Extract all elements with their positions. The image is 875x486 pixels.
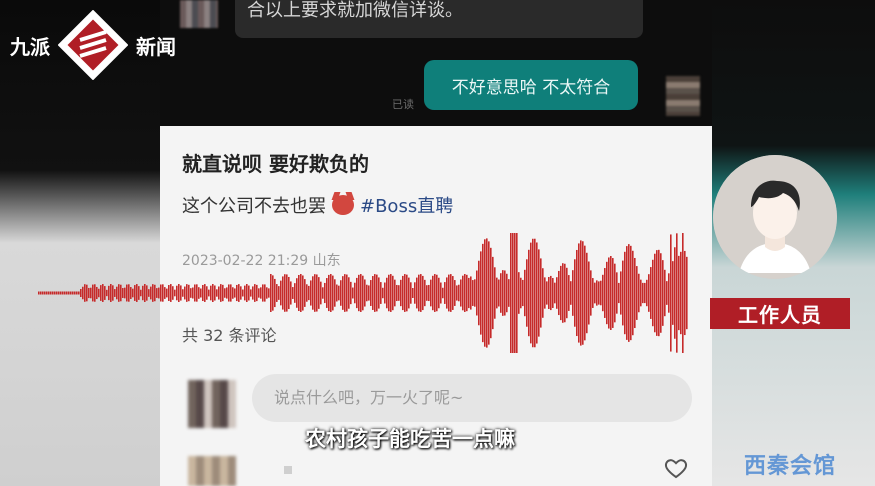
logo-text-right: 新闻 — [136, 34, 176, 59]
commenter-avatar-pixelated — [188, 456, 236, 486]
heart-icon[interactable] — [664, 456, 688, 480]
logo-text-left: 九派 — [10, 34, 50, 59]
person-avatar-icon — [713, 155, 837, 279]
audio-waveform — [38, 233, 688, 353]
video-subtitle: 农村孩子能吃苦一点嘛 — [305, 427, 515, 451]
news-logo: 九派 新闻 — [10, 10, 176, 80]
outgoing-message-bubble: 不好意思哈 不太符合 — [424, 60, 638, 110]
post-body: 这个公司不去也罢 #Boss直聘 — [182, 192, 453, 218]
watermark: 西秦会馆 — [744, 454, 837, 479]
read-status: 已读 — [392, 98, 414, 111]
hashtag-link[interactable]: #Boss直聘 — [360, 192, 453, 218]
outgoing-avatar-pixelated — [666, 76, 700, 116]
small-marker — [284, 466, 292, 474]
chat-view: 合以上要求就加微信详谈。 已读 不好意思哈 不太符合 — [160, 0, 712, 126]
outgoing-message-text: 不好意思哈 不太符合 — [451, 77, 611, 98]
logo-mark-icon — [58, 10, 128, 80]
incoming-message-bubble: 合以上要求就加微信详谈。 — [235, 0, 643, 38]
emoji-devil-icon — [332, 195, 354, 215]
commenter-avatar-pixelated — [188, 380, 236, 428]
incoming-avatar-pixelated — [180, 0, 218, 28]
staff-label: 工作人员 — [710, 298, 850, 329]
video-frame: 合以上要求就加微信详谈。 已读 不好意思哈 不太符合 就直说呗 要好欺负的 这个… — [0, 0, 875, 486]
post-body-text: 这个公司不去也罢 — [182, 196, 326, 217]
comment-input[interactable]: 说点什么吧，万一火了呢~ — [252, 374, 692, 422]
post-title: 就直说呗 要好欺负的 — [182, 152, 369, 176]
